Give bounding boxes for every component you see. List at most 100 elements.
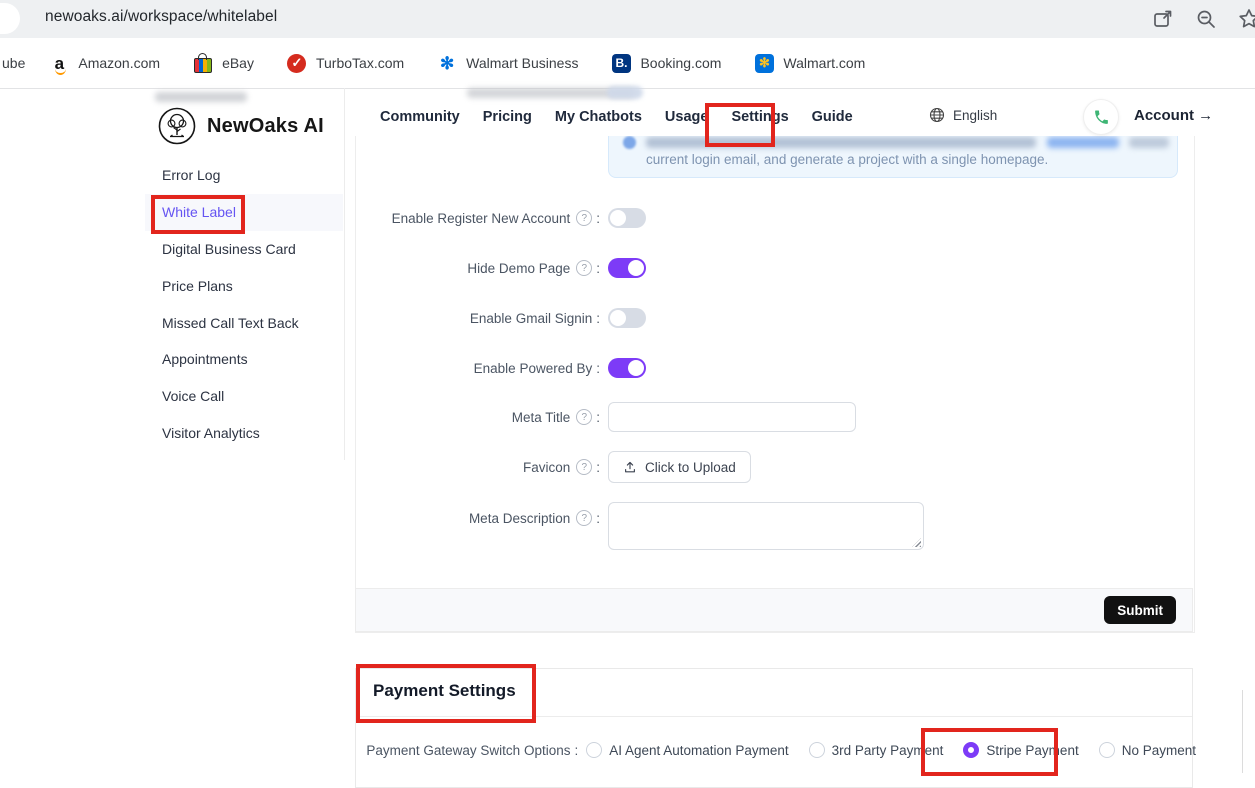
upload-icon	[623, 460, 637, 474]
payment-settings-title: Payment Settings	[373, 681, 516, 701]
sidebar-item-visitor-analytics[interactable]: Visitor Analytics	[145, 415, 343, 452]
nav-settings[interactable]: Settings	[731, 109, 788, 125]
radio-3rd-party-payment[interactable]: 3rd Party Payment	[809, 742, 944, 758]
redacted-banner-text	[1129, 137, 1169, 148]
redacted-banner-text	[646, 137, 1036, 148]
banner-text: current login email, and generate a proj…	[646, 152, 1048, 167]
phone-status-icon[interactable]	[1083, 99, 1119, 135]
share-icon[interactable]	[1151, 7, 1175, 31]
help-icon[interactable]	[576, 409, 592, 425]
bookmark-label: Walmart.com	[783, 55, 865, 71]
nav-guide[interactable]: Guide	[812, 109, 853, 125]
nav-community[interactable]: Community	[380, 109, 460, 125]
bookmark-label: ube	[2, 55, 25, 71]
sidebar-item-voice-call[interactable]: Voice Call	[145, 378, 343, 415]
form-row-gmail-signin: Enable Gmail Signin	[355, 303, 1195, 333]
booking-favicon: B.	[611, 53, 631, 73]
info-icon	[623, 136, 636, 149]
sidebar-menu: Error Log White Label Digital Business C…	[145, 157, 343, 451]
label-colon	[596, 410, 600, 425]
nav-pricing[interactable]: Pricing	[483, 109, 532, 125]
bookmarks-bar: ube a Amazon.com eBay ✓ TurboTax.com ✻ W…	[0, 38, 1255, 89]
oak-tree-logo-icon	[157, 106, 197, 146]
toggle-hide-demo-page[interactable]	[608, 258, 646, 278]
label-colon	[596, 311, 600, 326]
form-row-meta-title: Meta Title	[355, 402, 1195, 432]
radio-ai-agent-automation-payment[interactable]: AI Agent Automation Payment	[586, 742, 788, 758]
nav-my-chatbots[interactable]: My Chatbots	[555, 109, 642, 125]
walmart-favicon: ✻	[754, 53, 774, 73]
help-icon[interactable]	[576, 260, 592, 276]
bookmark-walmart-business[interactable]: ✻ Walmart Business	[437, 53, 578, 73]
bookmark-label: Walmart Business	[466, 55, 578, 71]
payment-gateway-row: Payment Gateway Switch Options AI Agent …	[356, 737, 1196, 763]
redacted-toggle	[607, 86, 643, 99]
radio-icon	[809, 742, 825, 758]
brand[interactable]: NewOaks AI	[157, 106, 324, 146]
ebay-favicon	[193, 53, 213, 73]
label-colon	[596, 261, 600, 276]
bookmark-amazon[interactable]: a Amazon.com	[49, 53, 160, 73]
phone-icon	[1093, 109, 1110, 126]
bookmark-turbotax[interactable]: ✓ TurboTax.com	[287, 53, 404, 73]
main-content: Community Pricing My Chatbots Usage Sett…	[355, 88, 1195, 773]
redacted-banner-link	[1047, 137, 1119, 148]
sidebar-item-appointments[interactable]: Appointments	[145, 341, 343, 378]
label-colon	[596, 460, 600, 475]
sidebar-item-missed-call-text-back[interactable]: Missed Call Text Back	[145, 304, 343, 341]
bookmark-label: Booking.com	[640, 55, 721, 71]
label-colon	[596, 511, 600, 526]
help-icon[interactable]	[576, 459, 592, 475]
form-row-enable-register: Enable Register New Account	[355, 203, 1195, 233]
star-icon[interactable]	[1237, 7, 1255, 31]
help-icon[interactable]	[576, 210, 592, 226]
help-icon[interactable]	[576, 510, 592, 526]
amazon-favicon: a	[49, 53, 69, 73]
language-selector[interactable]: English	[929, 107, 997, 123]
radio-stripe-payment[interactable]: Stripe Payment	[963, 742, 1078, 758]
form-footer: Submit	[355, 588, 1193, 632]
favicon-upload-button[interactable]: Click to Upload	[608, 451, 751, 483]
zoom-out-icon[interactable]	[1194, 7, 1218, 31]
label-colon	[596, 361, 600, 376]
scrollbar-edge[interactable]	[1242, 690, 1243, 773]
toggle-enable-gmail-signin[interactable]	[608, 308, 646, 328]
radio-icon	[1099, 742, 1115, 758]
walmart-spark-favicon: ✻	[437, 53, 457, 73]
label-colon	[596, 211, 600, 226]
bookmark-walmart[interactable]: ✻ Walmart.com	[754, 53, 865, 73]
form-row-favicon: Favicon Click to Upload	[355, 452, 1195, 482]
browser-chrome: newoaks.ai/workspace/whitelabel	[0, 0, 1255, 38]
radio-no-payment[interactable]: No Payment	[1099, 742, 1196, 758]
bookmark-booking[interactable]: B. Booking.com	[611, 53, 721, 73]
globe-icon	[929, 107, 945, 123]
form-row-powered-by: Enable Powered By	[355, 353, 1195, 383]
account-link[interactable]: Account →	[1134, 107, 1213, 124]
sidebar-item-white-label[interactable]: White Label	[145, 194, 343, 231]
sidebar-item-price-plans[interactable]: Price Plans	[145, 267, 343, 304]
form-row-meta-description: Meta Description	[355, 502, 1195, 550]
radio-selected-icon	[963, 742, 979, 758]
sidebar-item-error-log[interactable]: Error Log	[145, 157, 343, 194]
turbotax-favicon: ✓	[287, 53, 307, 73]
submit-button[interactable]: Submit	[1104, 596, 1176, 624]
bookmark-label: Amazon.com	[78, 55, 160, 71]
bookmark-label: eBay	[222, 55, 254, 71]
meta-description-textarea[interactable]	[608, 502, 924, 550]
language-label: English	[953, 108, 997, 123]
meta-title-input[interactable]	[608, 402, 856, 432]
bookmark-ebay[interactable]: eBay	[193, 53, 254, 73]
toggle-enable-register-new-account[interactable]	[608, 208, 646, 228]
sidebar: NewOaks AI Error Log White Label Digital…	[0, 88, 345, 460]
bookmark-youtube-partial[interactable]: ube	[2, 55, 25, 71]
divider	[356, 716, 1192, 717]
form-row-hide-demo: Hide Demo Page	[355, 253, 1195, 283]
url-bar-pill	[0, 3, 20, 34]
brand-name: NewOaks AI	[207, 115, 324, 138]
url-text[interactable]: newoaks.ai/workspace/whitelabel	[45, 8, 277, 26]
toggle-enable-powered-by[interactable]	[608, 358, 646, 378]
sidebar-item-digital-business-card[interactable]: Digital Business Card	[145, 231, 343, 268]
redacted-sidebar-item	[155, 92, 247, 102]
nav-usage[interactable]: Usage	[665, 109, 709, 125]
payment-settings-card: Payment Settings Payment Gateway Switch …	[355, 668, 1193, 788]
